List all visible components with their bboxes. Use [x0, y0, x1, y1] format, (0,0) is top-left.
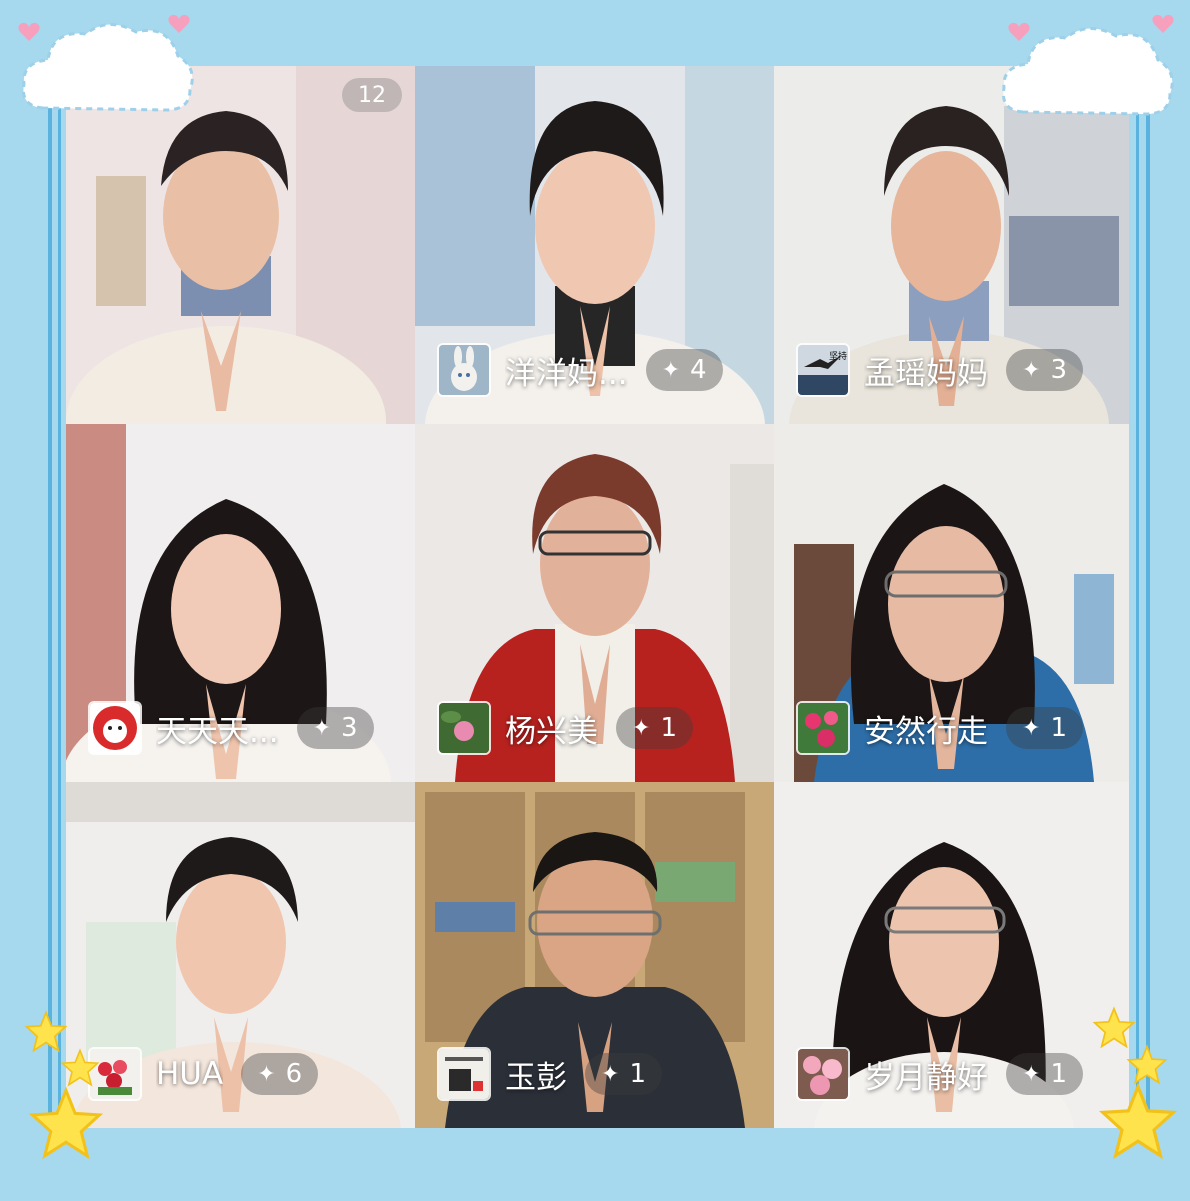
- heart-icon: [1152, 14, 1174, 34]
- sparkle-icon: ✦: [601, 1061, 620, 1087]
- participant-name: 天天天...: [156, 713, 279, 750]
- star-icon: [60, 1048, 100, 1087]
- flower-avatar-icon: [798, 703, 848, 753]
- star-badge[interactable]: ✦ 1: [585, 1053, 662, 1095]
- frame-line-right-outer: [1146, 66, 1150, 1128]
- star-count: 1: [660, 713, 677, 743]
- participant-name: 孟瑶妈妈: [864, 355, 988, 392]
- avatar-text: 坚持: [829, 350, 847, 362]
- star-icon: [1098, 1082, 1178, 1160]
- video-tile-7[interactable]: HUA ✦ 6: [66, 782, 415, 1128]
- participant-namebar: 天天天... ✦ 3: [88, 700, 374, 756]
- star-count: 4: [690, 355, 707, 385]
- participant-namebar: 洋洋妈... ✦ 4: [437, 342, 723, 398]
- participant-namebar: 坚持 孟瑶妈妈 ✦ 3: [796, 342, 1083, 398]
- avatar: 坚持: [796, 343, 850, 397]
- frame-line-left-inner: [58, 66, 61, 1128]
- participant-namebar: 杨兴美 ✦ 1: [437, 700, 693, 756]
- sparkle-icon: ✦: [312, 715, 331, 741]
- participant-namebar: 岁月静好 ✦ 1: [796, 1046, 1083, 1102]
- video-tile-4[interactable]: 天天天... ✦ 3: [66, 424, 415, 782]
- frame-line-left: [48, 66, 52, 1128]
- sparkle-icon: ✦: [1022, 715, 1041, 741]
- frame-line-right: [1136, 66, 1139, 1128]
- star-icon: [1126, 1044, 1168, 1085]
- participant-name: 玉彭: [505, 1059, 567, 1096]
- star-badge[interactable]: ✦ 3: [1006, 349, 1083, 391]
- star-badge[interactable]: ✦ 1: [616, 707, 693, 749]
- video-tile-9[interactable]: 岁月静好 ✦ 1: [774, 782, 1129, 1128]
- video-tile-2[interactable]: 洋洋妈... ✦ 4: [415, 66, 774, 424]
- participant-namebar: 玉彭 ✦ 1: [437, 1046, 662, 1102]
- heart-icon: [18, 22, 40, 41]
- star-count: 1: [629, 1059, 646, 1089]
- participant-name: HUA: [156, 1056, 224, 1092]
- star-badge[interactable]: ✦ 1: [1006, 707, 1083, 749]
- heart-icon: [168, 14, 190, 34]
- lotus-avatar-icon: [439, 703, 489, 753]
- avatar: [437, 1047, 491, 1101]
- sparkle-icon: ✦: [661, 357, 680, 383]
- avatar: [796, 1047, 850, 1101]
- star-badge[interactable]: ✦ 4: [645, 349, 723, 391]
- participant-name: 岁月静好: [864, 1059, 988, 1096]
- star-count: 3: [1050, 355, 1067, 385]
- participant-name: 杨兴美: [505, 713, 598, 750]
- heart-icon: [1008, 22, 1030, 41]
- blossom-avatar-icon: [798, 1049, 848, 1099]
- star-count: 1: [1050, 713, 1067, 743]
- star-count: 6: [285, 1059, 303, 1089]
- participant-name: 安然行走: [864, 713, 988, 750]
- star-badge[interactable]: ✦ 3: [296, 707, 374, 749]
- avatar: [796, 701, 850, 755]
- participant-namebar: 安然行走 ✦ 1: [796, 700, 1083, 756]
- sparkle-icon: ✦: [632, 715, 651, 741]
- star-icon: [28, 1086, 104, 1160]
- star-count: 1: [1050, 1059, 1067, 1089]
- video-tile-5[interactable]: 杨兴美 ✦ 1: [415, 424, 774, 782]
- video-grid: 12 洋洋妈... ✦ 4 坚持 孟瑶妈妈 ✦ 3 天天天... ✦ 3 杨兴美…: [66, 66, 1129, 1128]
- avatar: [437, 343, 491, 397]
- sparkle-icon: ✦: [1022, 357, 1041, 383]
- star-badge[interactable]: ✦ 6: [241, 1053, 319, 1095]
- participant-namebar: HUA ✦ 6: [88, 1046, 319, 1102]
- avatar: [88, 701, 142, 755]
- video-tile-6[interactable]: 安然行走 ✦ 1: [774, 424, 1129, 782]
- sparkle-icon: ✦: [257, 1061, 276, 1087]
- sparkle-icon: ✦: [1022, 1061, 1041, 1087]
- poster-avatar-icon: [439, 1049, 489, 1099]
- video-tile-8[interactable]: 玉彭 ✦ 1: [415, 782, 774, 1128]
- cartoon-avatar-icon: [90, 703, 140, 753]
- eagle-avatar-icon: 坚持: [798, 345, 848, 395]
- participant-count: 12: [342, 78, 402, 112]
- avatar: [437, 701, 491, 755]
- rabbit-avatar-icon: [439, 345, 489, 395]
- star-count: 3: [341, 713, 358, 743]
- participant-name: 洋洋妈...: [505, 355, 628, 392]
- star-badge[interactable]: ✦ 1: [1006, 1053, 1083, 1095]
